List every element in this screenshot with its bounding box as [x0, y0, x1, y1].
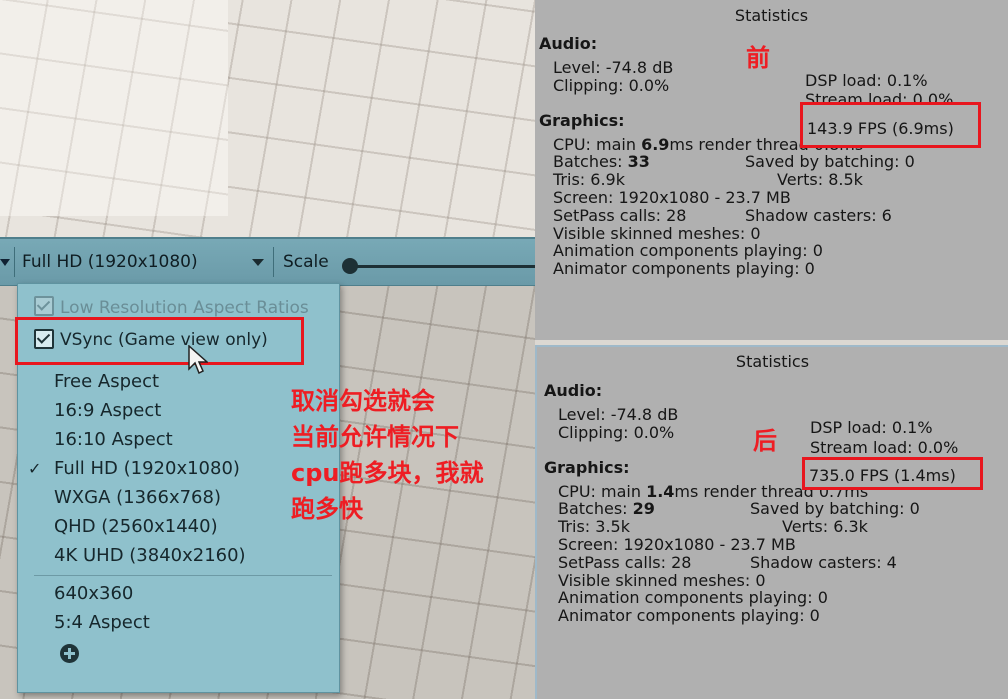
add-icon[interactable]: [60, 644, 79, 663]
animator-components: Animator components playing: 0: [558, 606, 820, 625]
display-dropdown-caret-icon[interactable]: [0, 259, 10, 266]
audio-clipping: Clipping: 0.0%: [558, 423, 675, 442]
saved-by-batching: Saved by batching: 0: [750, 499, 920, 518]
vsync-highlight-box: [15, 317, 304, 365]
batches-label: Batches:: [553, 152, 628, 171]
dsp-load: DSP load: 0.1%: [805, 71, 928, 90]
fps-highlight-box: 735.0 FPS (1.4ms): [802, 457, 983, 490]
animator-components: Animator components playing: 0: [553, 259, 815, 278]
annotation-line: 当前允许情况下: [291, 423, 459, 451]
annotation-line: cpu跑多块，我就: [291, 459, 484, 487]
panel-title: Statistics: [735, 352, 810, 371]
menu-item-aspect[interactable]: Free Aspect: [54, 371, 159, 392]
selected-check-icon: ✓: [28, 459, 42, 478]
tris: Tris: 6.9k: [553, 170, 625, 189]
chevron-down-icon: [252, 259, 264, 266]
menu-item-aspect[interactable]: 16:10 Aspect: [54, 429, 173, 450]
toolbar-separator: [14, 247, 15, 277]
verts: Verts: 8.5k: [777, 170, 863, 189]
menu-divider: [34, 575, 332, 576]
batches-value: 29: [632, 499, 655, 518]
batches-value: 33: [627, 152, 650, 171]
menu-item-custom-aspect[interactable]: 5:4 Aspect: [54, 612, 150, 633]
low-res-checkbox: [34, 296, 54, 316]
annotation-line: 取消勾选就会: [291, 387, 435, 415]
menu-item-aspect[interactable]: 16:9 Aspect: [54, 400, 161, 421]
graphics-header: Graphics:: [544, 458, 630, 477]
stream-load: Stream load: 0.0%: [805, 90, 954, 102]
screen-info: Screen: 1920x1080 - 23.7 MB: [558, 535, 796, 554]
batches: Batches: 33: [553, 152, 650, 171]
saved-by-batching: Saved by batching: 0: [745, 152, 915, 171]
batches: Batches: 29: [558, 499, 655, 518]
batches-label: Batches:: [558, 499, 633, 518]
verts: Verts: 6.3k: [782, 517, 868, 536]
menu-item-aspect[interactable]: 4K UHD (3840x2160): [54, 545, 246, 566]
tris: Tris: 3.5k: [558, 517, 630, 536]
statistics-panel-after: Statistics 后 Audio: Level: -74.8 dB Clip…: [535, 345, 1008, 699]
statistics-panel-before: Statistics 前 Audio: Level: -74.8 dB Clip…: [535, 0, 1008, 340]
menu-item-aspect[interactable]: QHD (2560x1440): [54, 516, 218, 537]
panel-title: Statistics: [734, 6, 809, 25]
animation-components: Animation components playing: 0: [558, 588, 828, 607]
menu-item-aspect[interactable]: WXGA (1366x768): [54, 487, 221, 508]
scene-floor-top: [0, 0, 228, 216]
animation-components: Animation components playing: 0: [553, 241, 823, 260]
shadow-casters: Shadow casters: 4: [750, 553, 897, 572]
annotation-line: 跑多快: [291, 495, 363, 523]
setpass-calls: SetPass calls: 28: [558, 553, 692, 572]
fps-highlight-box: 143.9 FPS (6.9ms): [800, 102, 981, 148]
menu-item-aspect[interactable]: Full HD (1920x1080): [54, 458, 240, 479]
audio-header: Audio:: [539, 34, 598, 53]
setpass-calls: SetPass calls: 28: [553, 206, 687, 225]
dsp-load: DSP load: 0.1%: [810, 418, 933, 437]
resolution-dropdown-value: Full HD (1920x1080): [22, 252, 198, 272]
shadow-casters: Shadow casters: 6: [745, 206, 892, 225]
mouse-cursor-icon: [188, 345, 208, 375]
graphics-header: Graphics:: [539, 111, 625, 130]
audio-level: Level: -74.8 dB: [553, 58, 674, 77]
scale-label: Scale: [283, 252, 329, 272]
game-view-toolbar: Full HD (1920x1080) Scale: [0, 237, 535, 286]
toolbar-separator: [273, 247, 274, 277]
fps-value: 143.9 FPS (6.9ms): [807, 119, 954, 138]
menu-item-low-res-aspect: Low Resolution Aspect Ratios: [60, 298, 309, 318]
scale-slider-handle[interactable]: [342, 258, 358, 274]
scale-slider-track[interactable]: [350, 265, 535, 268]
menu-item-custom-aspect[interactable]: 640x360: [54, 583, 133, 604]
before-tag: 前: [746, 44, 770, 72]
fps-value: 735.0 FPS (1.4ms): [809, 466, 956, 485]
audio-header: Audio:: [544, 381, 603, 400]
after-tag: 后: [753, 427, 777, 455]
stream-load: Stream load: 0.0%: [810, 438, 959, 457]
annotation-text: 取消勾选就会 当前允许情况下 cpu跑多块，我就 跑多快: [291, 383, 531, 527]
resolution-dropdown[interactable]: Full HD (1920x1080): [16, 247, 270, 277]
audio-clipping: Clipping: 0.0%: [553, 76, 670, 95]
screen-info: Screen: 1920x1080 - 23.7 MB: [553, 188, 791, 207]
audio-level: Level: -74.8 dB: [558, 405, 679, 424]
